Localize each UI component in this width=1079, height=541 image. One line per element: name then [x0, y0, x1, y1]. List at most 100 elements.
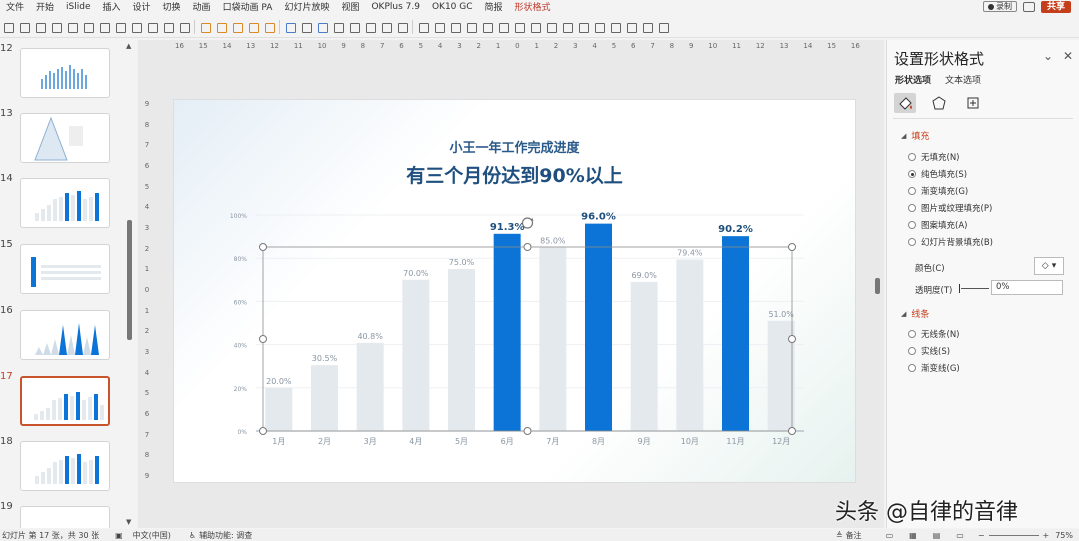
- resize-handle[interactable]: [523, 243, 532, 251]
- shape-combine-icon[interactable]: [215, 21, 227, 33]
- shape-fragment-icon[interactable]: [231, 21, 243, 33]
- resize-handle[interactable]: [788, 243, 796, 251]
- shape-subtract-icon[interactable]: [263, 21, 275, 33]
- align-text-left-icon[interactable]: [417, 21, 429, 33]
- selection-pane-icon[interactable]: [577, 21, 589, 33]
- bar[interactable]: [356, 342, 384, 431]
- align-right-icon[interactable]: [34, 21, 46, 33]
- transparency-slider-thumb[interactable]: [959, 284, 960, 293]
- resize-handle[interactable]: [523, 427, 532, 435]
- radio-button[interactable]: [908, 364, 916, 372]
- thumbnail-slide-18[interactable]: 18: [0, 436, 136, 492]
- menu-shape-format[interactable]: 形状格式: [509, 0, 557, 13]
- fill-color-picker[interactable]: ◇ ▾: [1034, 257, 1064, 275]
- distribute-vertical-icon[interactable]: [114, 21, 126, 33]
- align-left-icon[interactable]: [2, 21, 14, 33]
- thumbnail-slide-19[interactable]: 19: [0, 501, 136, 528]
- shape-intersect-icon[interactable]: [247, 21, 259, 33]
- bring-forward-icon[interactable]: [593, 21, 605, 33]
- shape-union-icon[interactable]: [199, 21, 211, 33]
- thumbnail-slide-12[interactable]: 12: [0, 43, 136, 99]
- menu-design[interactable]: 设计: [127, 0, 157, 13]
- menu-okplus[interactable]: OKPlus 7.9: [365, 2, 425, 12]
- more-icon[interactable]: [657, 21, 669, 33]
- align-center-icon[interactable]: [18, 21, 30, 33]
- outline-color-icon[interactable]: [316, 21, 328, 33]
- reflection-icon[interactable]: [561, 21, 573, 33]
- char-spacing-icon[interactable]: [380, 21, 392, 33]
- crop-icon[interactable]: [130, 21, 142, 33]
- size-properties-icon[interactable]: [962, 93, 984, 113]
- transparency-slider[interactable]: [961, 288, 989, 289]
- resize-handle[interactable]: [259, 243, 267, 251]
- tab-text-options[interactable]: 文本选项: [945, 73, 981, 86]
- menu-islide[interactable]: iSlide: [60, 2, 96, 12]
- menu-view[interactable]: 视图: [335, 0, 365, 13]
- thumbnail-slide-16[interactable]: 16: [0, 305, 136, 361]
- eyedropper-icon[interactable]: [300, 21, 312, 33]
- fill-option-background[interactable]: 幻灯片背景填充(B): [908, 236, 993, 248]
- line-section-header[interactable]: ◢ 线条: [901, 307, 929, 321]
- zoom-level[interactable]: 75%: [1055, 531, 1073, 540]
- thumbnail-image[interactable]: [20, 113, 110, 163]
- glow-icon[interactable]: [545, 21, 557, 33]
- slide-canvas[interactable]: 小王一年工作完成进度 有三个月份达到90%以上 0% 20% 40% 60% 80% 10…: [173, 99, 856, 483]
- language-indicator[interactable]: 中文(中国): [133, 530, 171, 541]
- thumbnail-image[interactable]: [20, 310, 110, 360]
- column-chart[interactable]: 0% 20% 40% 60% 80% 100% 20.0% 1月 30.5% 2月 40.8% 3月 7…: [174, 100, 857, 484]
- picture-icon[interactable]: [641, 21, 653, 33]
- menu-transitions[interactable]: 切换: [157, 0, 187, 13]
- menu-ok10[interactable]: OK10 GC: [426, 2, 479, 12]
- menu-pocket-animation[interactable]: 口袋动画 PA: [217, 0, 279, 13]
- accessibility-status[interactable]: 辅助功能: 调查: [199, 530, 252, 541]
- fill-option-pattern[interactable]: 图案填充(A): [908, 219, 967, 231]
- shape-outline-icon[interactable]: [497, 21, 509, 33]
- fill-option-picture[interactable]: 图片或纹理填充(P): [908, 202, 992, 214]
- effects-pentagon-icon[interactable]: [928, 93, 950, 113]
- radio-button[interactable]: [908, 221, 916, 229]
- bar[interactable]: [630, 281, 658, 431]
- fill-color-icon[interactable]: [284, 21, 296, 33]
- fill-option-gradient[interactable]: 渐变填充(G): [908, 185, 968, 197]
- line-option-gradient[interactable]: 渐变线(G): [908, 362, 960, 374]
- justify-icon[interactable]: [465, 21, 477, 33]
- thumbnail-image[interactable]: [20, 178, 110, 228]
- bar[interactable]: [402, 279, 430, 431]
- bar[interactable]: [585, 223, 612, 431]
- align-middle-icon[interactable]: [66, 21, 78, 33]
- transparency-input[interactable]: 0%: [991, 280, 1063, 295]
- text-direction-icon[interactable]: [481, 21, 493, 33]
- fill-section-header[interactable]: ◢ 填充: [901, 129, 929, 143]
- fill-option-none[interactable]: 无填充(N): [908, 151, 960, 163]
- thumbnail-slide-13[interactable]: 13: [0, 108, 136, 164]
- zoom-out-icon[interactable]: −: [978, 531, 985, 540]
- menu-animations[interactable]: 动画: [187, 0, 217, 13]
- comment-icon[interactable]: [1022, 1, 1035, 12]
- bar[interactable]: [493, 233, 521, 431]
- bar[interactable]: [539, 247, 567, 431]
- resize-handle[interactable]: [259, 427, 267, 435]
- canvas-scrollbar[interactable]: [875, 278, 880, 294]
- slideshow-icon[interactable]: ▭: [956, 531, 964, 540]
- fill-line-icon[interactable]: [894, 93, 916, 113]
- text-color-icon[interactable]: [364, 21, 376, 33]
- radio-button[interactable]: [908, 153, 916, 161]
- line-option-none[interactable]: 无线条(N): [908, 328, 960, 340]
- menu-insert[interactable]: 插入: [97, 0, 127, 13]
- highlight-icon[interactable]: [348, 21, 360, 33]
- align-text-center-icon[interactable]: [433, 21, 445, 33]
- menu-slideshow[interactable]: 幻灯片放映: [278, 0, 335, 13]
- group-icon[interactable]: [146, 21, 158, 33]
- bar[interactable]: [448, 269, 475, 431]
- radio-button[interactable]: [908, 330, 916, 338]
- font-color-icon[interactable]: [332, 21, 344, 33]
- align-text-right-icon[interactable]: [449, 21, 461, 33]
- tab-shape-options[interactable]: 形状选项: [895, 73, 931, 86]
- resize-handle[interactable]: [259, 335, 267, 343]
- bar[interactable]: [676, 259, 704, 431]
- thumbnail-image[interactable]: [20, 506, 110, 528]
- notes-button[interactable]: 备注: [846, 530, 862, 541]
- thumbnail-image[interactable]: [20, 244, 110, 294]
- radio-button[interactable]: [908, 170, 916, 178]
- record-button[interactable]: 录制: [982, 1, 1017, 12]
